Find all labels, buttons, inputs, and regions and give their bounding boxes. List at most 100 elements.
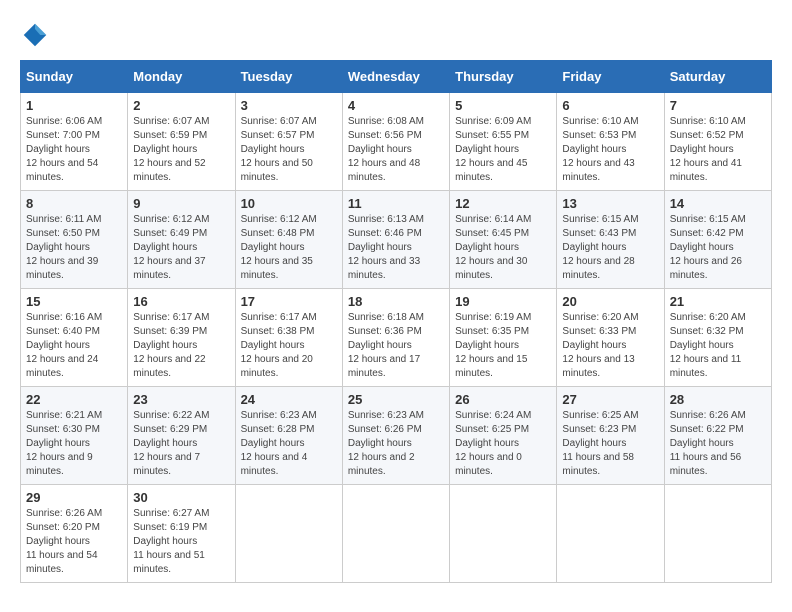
week-row-3: 15Sunrise: 6:16 AMSunset: 6:40 PMDayligh…: [21, 289, 772, 387]
day-info: Sunrise: 6:23 AMSunset: 6:26 PMDaylight …: [348, 409, 444, 479]
day-number: 24: [241, 392, 337, 407]
table-cell: 18 Sunrise: 6:18 AMSunset: 6:36 PMDayligh…: [342, 289, 449, 387]
table-cell: 11Sunrise: 6:13 AMSunset: 6:46 PMDayligh…: [342, 191, 449, 289]
table-cell: 16 Sunrise: 6:17 AMSunset: 6:39 PMDayligh…: [128, 289, 235, 387]
table-cell: 24 Sunrise: 6:23 AMSunset: 6:28 PMDayligh…: [235, 387, 342, 485]
weekday-saturday: Saturday: [664, 61, 771, 93]
day-info: Sunrise: 6:06 AMSunset: 7:00 PMDaylight …: [26, 115, 122, 185]
table-cell: 29 Sunrise: 6:26 AMSunset: 6:20 PMDayligh…: [21, 485, 128, 583]
table-cell: 13 Sunrise: 6:15 AMSunset: 6:43 PMDayligh…: [557, 191, 664, 289]
day-number: 6: [562, 98, 658, 113]
day-number: 14: [670, 196, 766, 211]
logo-icon: [20, 20, 50, 50]
week-row-1: 1 Sunrise: 6:06 AMSunset: 7:00 PMDaylight…: [21, 93, 772, 191]
table-cell: 4 Sunrise: 6:08 AMSunset: 6:56 PMDaylight…: [342, 93, 449, 191]
day-number: 21: [670, 294, 766, 309]
table-cell: 22Sunrise: 6:21 AMSunset: 6:30 PMDayligh…: [21, 387, 128, 485]
day-info: Sunrise: 6:16 AMSunset: 6:40 PMDaylight …: [26, 311, 122, 381]
weekday-friday: Friday: [557, 61, 664, 93]
day-number: 22: [26, 392, 122, 407]
table-cell: 19 Sunrise: 6:19 AMSunset: 6:35 PMDayligh…: [450, 289, 557, 387]
table-cell: 9 Sunrise: 6:12 AMSunset: 6:49 PMDaylight…: [128, 191, 235, 289]
table-cell: 14 Sunrise: 6:15 AMSunset: 6:42 PMDayligh…: [664, 191, 771, 289]
day-number: 13: [562, 196, 658, 211]
day-number: 30: [133, 490, 229, 505]
page-header: [20, 20, 772, 50]
table-cell: 15Sunrise: 6:16 AMSunset: 6:40 PMDayligh…: [21, 289, 128, 387]
day-info: Sunrise: 6:11 AMSunset: 6:50 PMDaylight …: [26, 213, 122, 283]
table-cell: 23Sunrise: 6:22 AMSunset: 6:29 PMDayligh…: [128, 387, 235, 485]
day-info: Sunrise: 6:27 AMSunset: 6:19 PMDaylight …: [133, 507, 229, 577]
table-cell: 2 Sunrise: 6:07 AMSunset: 6:59 PMDaylight…: [128, 93, 235, 191]
day-info: Sunrise: 6:07 AMSunset: 6:57 PMDaylight …: [241, 115, 337, 185]
day-info: Sunrise: 6:07 AMSunset: 6:59 PMDaylight …: [133, 115, 229, 185]
table-cell: 7Sunrise: 6:10 AMSunset: 6:52 PMDaylight…: [664, 93, 771, 191]
weekday-header-row: SundayMondayTuesdayWednesdayThursdayFrid…: [21, 61, 772, 93]
day-number: 20: [562, 294, 658, 309]
table-cell: [235, 485, 342, 583]
table-cell: 5 Sunrise: 6:09 AMSunset: 6:55 PMDaylight…: [450, 93, 557, 191]
day-info: Sunrise: 6:09 AMSunset: 6:55 PMDaylight …: [455, 115, 551, 185]
day-info: Sunrise: 6:17 AMSunset: 6:39 PMDaylight …: [133, 311, 229, 381]
table-cell: 8 Sunrise: 6:11 AMSunset: 6:50 PMDaylight…: [21, 191, 128, 289]
table-cell: [557, 485, 664, 583]
calendar-header: SundayMondayTuesdayWednesdayThursdayFrid…: [21, 61, 772, 93]
day-info: Sunrise: 6:22 AMSunset: 6:29 PMDaylight …: [133, 409, 229, 479]
table-cell: 12Sunrise: 6:14 AMSunset: 6:45 PMDayligh…: [450, 191, 557, 289]
table-cell: 10 Sunrise: 6:12 AMSunset: 6:48 PMDayligh…: [235, 191, 342, 289]
table-cell: 21 Sunrise: 6:20 AMSunset: 6:32 PMDayligh…: [664, 289, 771, 387]
weekday-sunday: Sunday: [21, 61, 128, 93]
day-info: Sunrise: 6:26 AMSunset: 6:22 PMDaylight …: [670, 409, 766, 479]
day-info: Sunrise: 6:15 AMSunset: 6:42 PMDaylight …: [670, 213, 766, 283]
day-info: Sunrise: 6:23 AMSunset: 6:28 PMDaylight …: [241, 409, 337, 479]
weekday-thursday: Thursday: [450, 61, 557, 93]
day-number: 16: [133, 294, 229, 309]
day-number: 1: [26, 98, 122, 113]
day-number: 8: [26, 196, 122, 211]
day-number: 18: [348, 294, 444, 309]
weekday-monday: Monday: [128, 61, 235, 93]
weekday-wednesday: Wednesday: [342, 61, 449, 93]
table-cell: 20Sunrise: 6:20 AMSunset: 6:33 PMDayligh…: [557, 289, 664, 387]
day-info: Sunrise: 6:25 AMSunset: 6:23 PMDaylight …: [562, 409, 658, 479]
day-info: Sunrise: 6:19 AMSunset: 6:35 PMDaylight …: [455, 311, 551, 381]
day-info: Sunrise: 6:08 AMSunset: 6:56 PMDaylight …: [348, 115, 444, 185]
day-info: Sunrise: 6:10 AMSunset: 6:52 PMDaylight …: [670, 115, 766, 185]
day-number: 5: [455, 98, 551, 113]
day-info: Sunrise: 6:12 AMSunset: 6:49 PMDaylight …: [133, 213, 229, 283]
table-cell: 28 Sunrise: 6:26 AMSunset: 6:22 PMDayligh…: [664, 387, 771, 485]
table-cell: 3Sunrise: 6:07 AMSunset: 6:57 PMDaylight…: [235, 93, 342, 191]
table-cell: [342, 485, 449, 583]
table-cell: 6 Sunrise: 6:10 AMSunset: 6:53 PMDaylight…: [557, 93, 664, 191]
day-number: 25: [348, 392, 444, 407]
day-number: 17: [241, 294, 337, 309]
table-cell: 26Sunrise: 6:24 AMSunset: 6:25 PMDayligh…: [450, 387, 557, 485]
calendar-table: SundayMondayTuesdayWednesdayThursdayFrid…: [20, 60, 772, 583]
day-info: Sunrise: 6:26 AMSunset: 6:20 PMDaylight …: [26, 507, 122, 577]
day-number: 29: [26, 490, 122, 505]
table-cell: 27Sunrise: 6:25 AMSunset: 6:23 PMDayligh…: [557, 387, 664, 485]
day-info: Sunrise: 6:15 AMSunset: 6:43 PMDaylight …: [562, 213, 658, 283]
table-cell: [450, 485, 557, 583]
day-number: 9: [133, 196, 229, 211]
day-info: Sunrise: 6:13 AMSunset: 6:46 PMDaylight …: [348, 213, 444, 283]
table-cell: 1 Sunrise: 6:06 AMSunset: 7:00 PMDaylight…: [21, 93, 128, 191]
calendar-body: 1 Sunrise: 6:06 AMSunset: 7:00 PMDaylight…: [21, 93, 772, 583]
day-info: Sunrise: 6:10 AMSunset: 6:53 PMDaylight …: [562, 115, 658, 185]
day-number: 19: [455, 294, 551, 309]
day-number: 28: [670, 392, 766, 407]
day-info: Sunrise: 6:17 AMSunset: 6:38 PMDaylight …: [241, 311, 337, 381]
day-info: Sunrise: 6:12 AMSunset: 6:48 PMDaylight …: [241, 213, 337, 283]
day-info: Sunrise: 6:18 AMSunset: 6:36 PMDaylight …: [348, 311, 444, 381]
day-info: Sunrise: 6:20 AMSunset: 6:32 PMDaylight …: [670, 311, 766, 381]
table-cell: [664, 485, 771, 583]
table-cell: 25 Sunrise: 6:23 AMSunset: 6:26 PMDayligh…: [342, 387, 449, 485]
logo: [20, 20, 54, 50]
table-cell: 30 Sunrise: 6:27 AMSunset: 6:19 PMDayligh…: [128, 485, 235, 583]
table-cell: 17 Sunrise: 6:17 AMSunset: 6:38 PMDayligh…: [235, 289, 342, 387]
day-number: 2: [133, 98, 229, 113]
day-number: 26: [455, 392, 551, 407]
day-number: 4: [348, 98, 444, 113]
week-row-4: 22Sunrise: 6:21 AMSunset: 6:30 PMDayligh…: [21, 387, 772, 485]
day-number: 10: [241, 196, 337, 211]
